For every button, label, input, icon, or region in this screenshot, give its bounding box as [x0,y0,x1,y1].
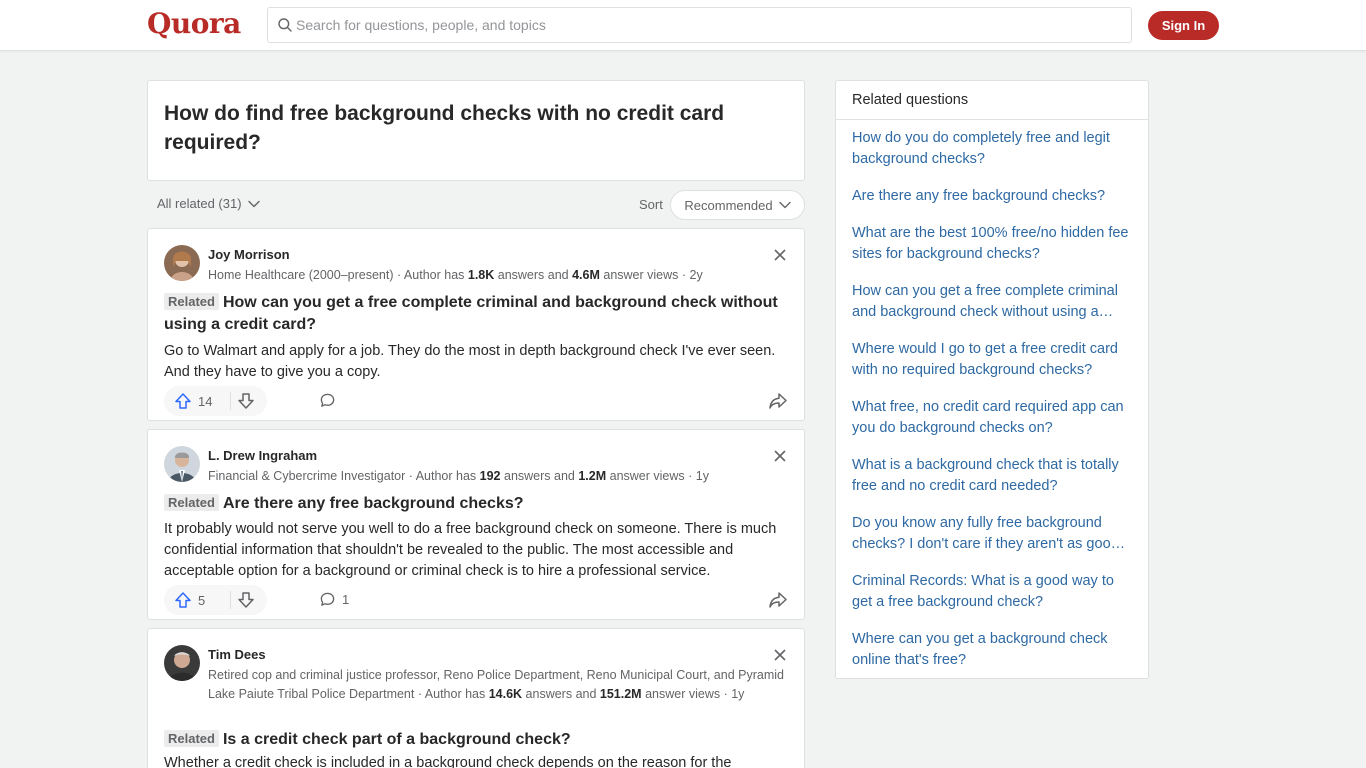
share-button[interactable] [768,392,788,415]
upvote-button[interactable]: 14 [174,392,212,410]
related-question-link[interactable]: Where can you get a background check onl… [852,629,1137,671]
comment-count: 1 [342,592,350,607]
author-credential: Retired cop and criminal justice profess… [208,668,784,701]
answer-card: L. Drew Ingraham Financial & Cybercrime … [147,429,805,620]
answer-actions: 14 [164,386,790,416]
related-question-link[interactable]: What is a background check that is total… [852,455,1137,497]
chevron-down-icon [247,200,260,207]
comment-icon [320,592,335,606]
comment-button[interactable]: 1 [319,591,349,608]
sort-label: Sort [639,197,663,212]
downvote-arrow-icon [238,393,254,409]
answer-card: Joy Morrison Home Healthcare (2000–prese… [147,228,805,421]
downvote-arrow-icon [238,592,254,608]
related-tag: Related [164,730,219,747]
close-icon [774,450,786,462]
question-title: How do find free background checks with … [164,102,725,154]
related-question[interactable]: Related Is a credit check part of a backg… [164,729,784,751]
related-question-link[interactable]: How do you do completely free and legit … [852,128,1137,170]
close-icon [774,249,786,261]
all-related-label: All related (31) [157,196,242,211]
downvote-button[interactable] [237,392,255,415]
comment-button[interactable] [319,392,342,409]
top-header: Quora Sign In [0,0,1366,51]
answer-body[interactable]: Whether a credit check is included in a … [164,753,784,768]
question-card: How do find free background checks with … [147,80,805,181]
answer-card: Tim Dees Retired cop and criminal justic… [147,628,805,768]
share-arrow-icon [769,393,787,409]
vote-divider [230,392,231,410]
chevron-down-icon [778,201,791,209]
all-related-dropdown[interactable]: All related (31) [157,196,260,211]
author-name[interactable]: Joy Morrison [208,247,290,262]
upvote-count: 5 [198,592,206,608]
related-question-link[interactable]: Are there any free background checks? [852,186,1137,207]
related-question-link[interactable]: Criminal Records: What is a good way to … [852,571,1137,613]
sort-value: Recommended [684,197,773,213]
author-credential: Home Healthcare (2000–present) · Author … [208,268,703,282]
related-question[interactable]: Related How can you get a free complete c… [164,292,784,336]
sign-in-button[interactable]: Sign In [1148,11,1219,40]
answer-body[interactable]: Go to Walmart and apply for a job. They … [164,341,784,383]
dismiss-button[interactable] [770,645,790,665]
vote-group: 5 [164,585,267,615]
avatar[interactable] [164,645,200,681]
related-question[interactable]: Related Are there any free background che… [164,493,784,515]
vote-group: 14 [164,386,267,416]
upvote-arrow-icon [175,393,191,409]
upvote-button[interactable]: 5 [174,591,205,609]
related-tag: Related [164,494,219,511]
related-question-link[interactable]: How can you get a free complete criminal… [852,281,1137,323]
related-question-link[interactable]: Where would I go to get a free credit ca… [852,339,1137,381]
downvote-button[interactable] [237,591,255,614]
dismiss-button[interactable] [770,245,790,265]
author-name[interactable]: Tim Dees [208,647,266,662]
upvote-count: 14 [198,393,213,409]
related-questions-title: Related questions [852,92,969,108]
related-question-link[interactable]: What free, no credit card required app c… [852,397,1137,439]
related-question-link[interactable]: Do you know any fully free background ch… [852,513,1137,555]
upvote-arrow-icon [175,592,191,608]
author-name[interactable]: L. Drew Ingraham [208,448,317,463]
answer-body[interactable]: It probably would not serve you well to … [164,519,784,582]
share-button[interactable] [768,591,788,614]
related-question-link[interactable]: What are the best 100% free/no hidden fe… [852,223,1137,265]
search-bar[interactable] [267,7,1132,43]
author-credential: Financial & Cybercrime Investigator · Au… [208,469,709,483]
search-icon [278,18,292,32]
comment-icon [320,393,335,407]
related-questions-header: Related questions [836,81,1148,120]
close-icon [774,649,786,661]
search-input[interactable] [296,8,1116,42]
answer-actions: 5 1 [164,585,790,615]
dismiss-button[interactable] [770,446,790,466]
sort-dropdown[interactable]: Recommended [670,190,805,220]
vote-divider [230,591,231,609]
related-tag: Related [164,293,219,310]
related-questions-panel: Related questions How do you do complete… [835,80,1149,679]
quora-logo[interactable]: Quora [147,7,241,40]
share-arrow-icon [769,592,787,608]
avatar[interactable] [164,446,200,482]
avatar[interactable] [164,245,200,281]
